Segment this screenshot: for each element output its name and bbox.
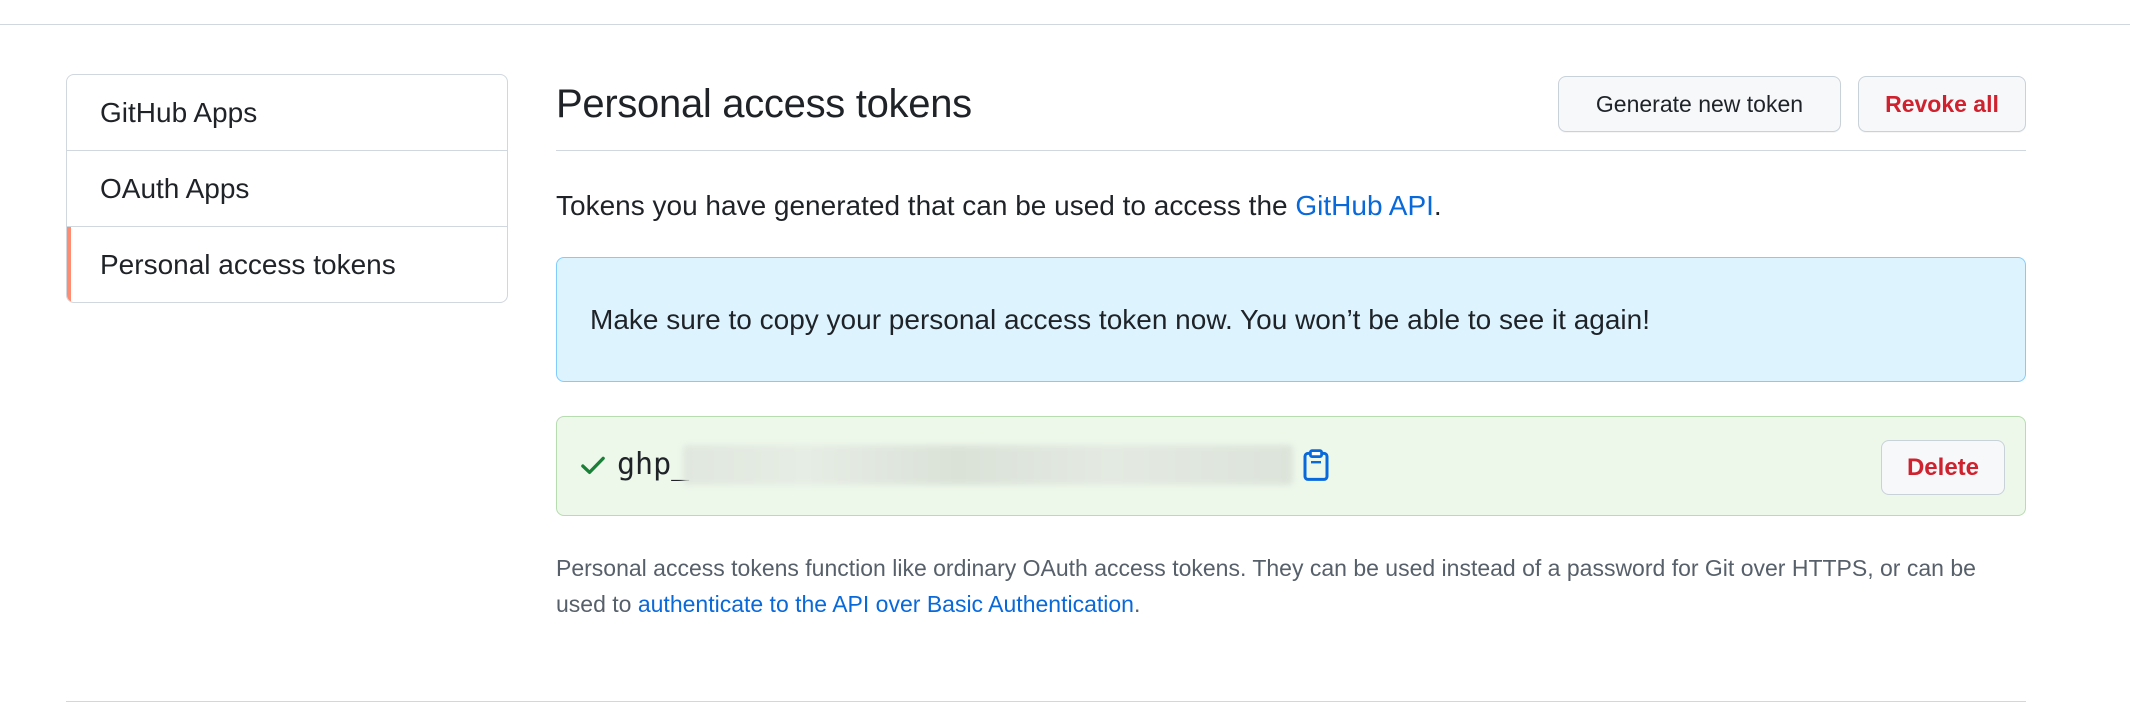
- sidebar-item-personal-access-tokens[interactable]: Personal access tokens: [67, 227, 507, 302]
- developer-settings-sidebar: GitHub Apps OAuth Apps Personal access t…: [66, 74, 508, 303]
- github-api-link[interactable]: GitHub API: [1295, 190, 1434, 221]
- token-prefix: ghp_: [617, 447, 690, 482]
- bottom-divider: [66, 701, 2026, 702]
- intro-text-before: Tokens you have generated that can be us…: [556, 190, 1296, 221]
- clipboard-icon[interactable]: [1303, 449, 1329, 481]
- sidebar-item-label: GitHub Apps: [100, 96, 258, 128]
- main-content: Personal access tokens Generate new toke…: [556, 74, 2026, 617]
- intro-text: Tokens you have generated that can be us…: [556, 190, 1442, 222]
- check-icon: [581, 456, 605, 475]
- sidebar-item-github-apps[interactable]: GitHub Apps: [67, 75, 507, 151]
- page-title: Personal access tokens: [556, 82, 972, 126]
- sidebar-item-label: OAuth Apps: [100, 172, 250, 204]
- revoke-all-button[interactable]: Revoke all: [1858, 76, 2026, 132]
- basic-auth-link[interactable]: authenticate to the API over Basic Authe…: [638, 591, 1134, 617]
- token-value-redacted[interactable]: [683, 445, 1293, 485]
- new-token-box: ghp_ Delete: [556, 416, 2026, 516]
- copy-token-warning-banner: Make sure to copy your personal access t…: [556, 257, 2026, 382]
- token-help-text: Personal access tokens function like ord…: [556, 550, 2026, 622]
- generate-new-token-button[interactable]: Generate new token: [1558, 76, 1841, 132]
- help-text-after: .: [1133, 591, 1141, 617]
- warning-message: Make sure to copy your personal access t…: [590, 303, 1650, 335]
- sidebar-item-label: Personal access tokens: [100, 249, 396, 280]
- top-divider: [0, 24, 2130, 25]
- page-header: Personal access tokens Generate new toke…: [556, 74, 2026, 151]
- sidebar-item-oauth-apps[interactable]: OAuth Apps: [67, 151, 507, 227]
- intro-text-after: .: [1433, 190, 1442, 221]
- delete-token-button[interactable]: Delete: [1881, 440, 2005, 495]
